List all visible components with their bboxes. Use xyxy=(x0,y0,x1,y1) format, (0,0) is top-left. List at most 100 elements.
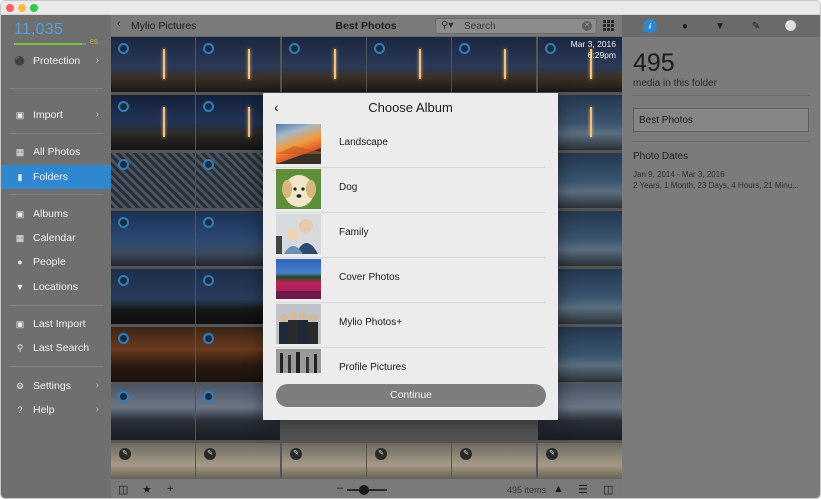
album-thumbnail xyxy=(276,259,321,299)
space-needle-silhouette xyxy=(419,49,421,79)
edit-badge-icon[interactable]: ✎ xyxy=(119,448,131,460)
back-button-label[interactable]: Mylio Pictures xyxy=(131,20,196,32)
album-row-cover-photos[interactable]: Cover Photos xyxy=(275,258,545,303)
search-box[interactable]: ⚲▾ ✕ xyxy=(435,18,597,34)
search-input[interactable] xyxy=(464,19,576,33)
select-circle-icon[interactable] xyxy=(203,333,214,344)
library-media-count[interactable]: 11,035 xyxy=(14,21,63,39)
sidebar-item-calendar[interactable]: ▦ Calendar xyxy=(1,226,111,250)
gear-icon: ⚙ xyxy=(15,380,25,391)
photo-thumbnail[interactable] xyxy=(111,153,195,208)
album-icon: ▣ xyxy=(15,208,25,219)
photo-thumbnail[interactable] xyxy=(282,37,366,92)
sidebar-item-albums[interactable]: ▣ Albums xyxy=(1,202,111,226)
select-circle-icon[interactable] xyxy=(203,101,214,112)
edit-tab-icon[interactable]: ✎ xyxy=(749,19,763,33)
select-circle-icon[interactable] xyxy=(545,43,556,54)
select-circle-icon[interactable] xyxy=(118,275,129,286)
photo-thumbnail[interactable] xyxy=(196,37,280,92)
album-row-mylio-photos-plus[interactable]: Mylio Photos+ xyxy=(275,303,545,348)
people-tab-icon[interactable]: ● xyxy=(678,19,692,33)
zoom-window-button[interactable] xyxy=(30,4,38,12)
location-pin-icon: ▼ xyxy=(15,282,25,292)
sidebar-item-label: Folders xyxy=(33,171,69,183)
edit-badge-icon[interactable]: ✎ xyxy=(204,448,216,460)
grid-view-icon[interactable] xyxy=(603,20,615,31)
close-window-button[interactable] xyxy=(6,4,14,12)
continue-button[interactable]: Continue xyxy=(276,384,546,407)
photo-thumbnail[interactable] xyxy=(111,269,195,324)
photo-date-range: Jan 9, 2014 - Mar 3, 2016 xyxy=(633,170,725,179)
album-label: Cover Photos xyxy=(339,272,400,283)
sidebar-item-people[interactable]: ● People xyxy=(1,250,111,274)
sidebar-item-import[interactable]: ▣ Import › xyxy=(1,103,111,127)
photo-thumbnail[interactable] xyxy=(111,385,195,440)
select-circle-icon[interactable] xyxy=(118,391,129,402)
list-view-icon[interactable]: ☰ xyxy=(578,483,588,496)
zoom-out-icon[interactable]: – xyxy=(337,482,343,494)
select-circle-icon[interactable] xyxy=(459,43,470,54)
sidebar-item-help[interactable]: ? Help › xyxy=(1,398,111,422)
sidebar-divider xyxy=(9,194,103,195)
select-circle-icon[interactable] xyxy=(118,159,129,170)
sidebar-item-protection[interactable]: ⚫ Protection › xyxy=(1,49,111,73)
edit-badge-icon[interactable]: ✎ xyxy=(375,448,387,460)
select-circle-icon[interactable] xyxy=(203,159,214,170)
photo-thumbnail[interactable] xyxy=(452,37,536,92)
album-row-family[interactable]: Family xyxy=(275,213,545,258)
info-tab-icon[interactable]: i xyxy=(643,19,657,33)
edit-badge-icon[interactable]: ✎ xyxy=(546,448,558,460)
sidebar-item-last-import[interactable]: ▣ Last Import xyxy=(1,312,111,336)
select-circle-icon[interactable] xyxy=(118,43,129,54)
select-circle-icon[interactable] xyxy=(118,333,129,344)
photo-thumbnail[interactable] xyxy=(111,327,195,382)
select-circle-icon[interactable] xyxy=(203,275,214,286)
photo-thumbnail[interactable] xyxy=(111,95,195,150)
select-circle-icon[interactable] xyxy=(289,43,300,54)
select-circle-icon[interactable] xyxy=(203,43,214,54)
album-row-profile-pictures[interactable]: Profile Pictures xyxy=(275,348,545,373)
space-needle-silhouette xyxy=(248,49,250,79)
sidebar-toggle-icon[interactable]: ◫ xyxy=(118,483,128,496)
space-needle-silhouette xyxy=(334,49,336,79)
select-circle-icon[interactable] xyxy=(203,217,214,228)
thumbnail-size-slider[interactable] xyxy=(347,485,387,495)
select-circle-icon[interactable] xyxy=(203,391,214,402)
edit-badge-icon[interactable]: ✎ xyxy=(460,448,472,460)
sidebar-item-label: All Photos xyxy=(33,146,81,158)
album-thumbnail xyxy=(276,124,321,164)
minimize-window-button[interactable] xyxy=(18,4,26,12)
album-thumbnail xyxy=(276,349,321,373)
photo-thumbnail[interactable] xyxy=(111,211,195,266)
sidebar-item-all-photos[interactable]: ▦ All Photos xyxy=(1,140,111,164)
select-circle-icon[interactable] xyxy=(118,101,129,112)
select-circle-icon[interactable] xyxy=(374,43,385,54)
album-row-dog[interactable]: Dog xyxy=(275,168,545,213)
sidebar-item-last-search[interactable]: ⚲ Last Search xyxy=(1,336,111,360)
star-icon[interactable]: ★ xyxy=(142,483,152,496)
title-bar xyxy=(1,1,820,15)
sidebar-item-locations[interactable]: ▼ Locations xyxy=(1,275,111,299)
slider-knob[interactable] xyxy=(359,485,369,495)
sidebar-item-label: People xyxy=(33,256,66,268)
album-row-landscape[interactable]: Landscape xyxy=(275,123,545,168)
back-chevron-icon[interactable]: ‹ xyxy=(117,18,121,30)
search-icon[interactable]: ⚲▾ xyxy=(441,20,453,31)
location-tab-icon[interactable]: ▼ xyxy=(713,19,727,33)
sort-icon[interactable]: ▲ xyxy=(553,483,564,495)
sidebar-item-settings[interactable]: ⚙ Settings › xyxy=(1,374,111,398)
select-circle-icon[interactable] xyxy=(118,217,129,228)
add-icon[interactable]: + xyxy=(167,483,173,495)
clear-search-icon[interactable]: ✕ xyxy=(582,21,592,31)
photo-thumbnail[interactable] xyxy=(111,37,195,92)
photo-thumbnail[interactable] xyxy=(367,37,451,92)
photo-thumbnail[interactable]: Mar 3, 2016 6:29pm xyxy=(538,37,622,92)
edit-badge-icon[interactable]: ✎ xyxy=(290,448,302,460)
browser-toolbar: ‹ Mylio Pictures Best Photos ⚲▾ ✕ xyxy=(111,15,622,37)
info-panel-toggle-icon[interactable]: ◫ xyxy=(603,483,613,496)
album-label: Family xyxy=(339,227,369,238)
protection-tab-icon[interactable]: ⚪ xyxy=(784,19,798,33)
dialog-title: Choose Album xyxy=(368,100,453,115)
sidebar-item-folders[interactable]: ▮ Folders xyxy=(1,165,111,189)
folder-name-field[interactable]: Best Photos xyxy=(633,108,809,132)
